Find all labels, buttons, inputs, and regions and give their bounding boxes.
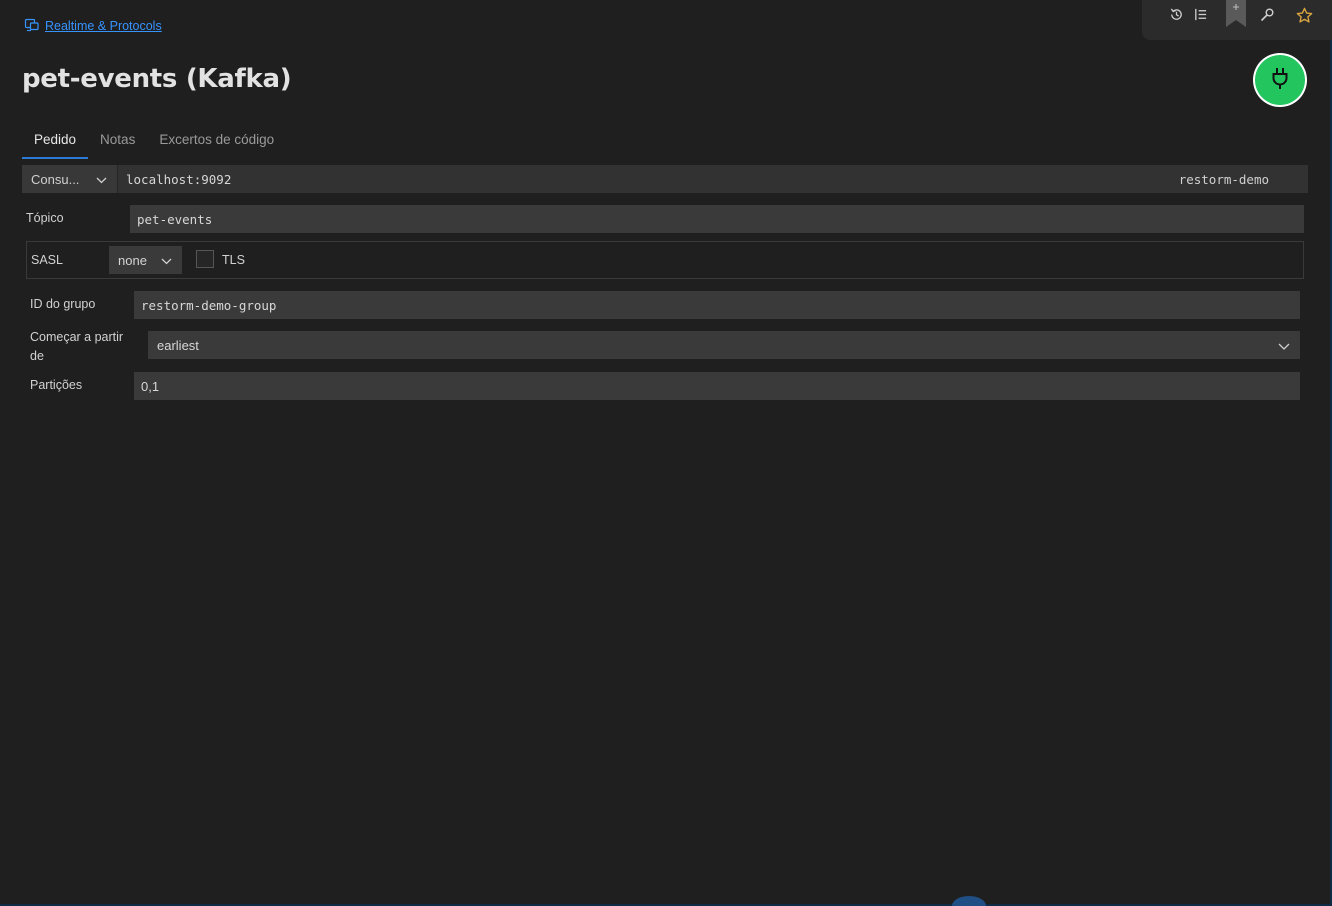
broker-url-input[interactable] <box>118 165 1179 193</box>
tab-pedido[interactable]: Pedido <box>22 126 89 159</box>
environment-selector[interactable]: restorm-demo <box>1179 172 1269 187</box>
partitions-label: Partições <box>30 378 83 392</box>
folder-network-icon <box>24 17 40 35</box>
partitions-input[interactable] <box>134 372 1300 400</box>
group-id-label: ID do grupo <box>30 297 96 311</box>
bookmark-icon[interactable] <box>1226 0 1246 27</box>
chevron-down-icon <box>96 172 107 187</box>
request-editor: Realtime & Protocols pet-events (Kafka) … <box>0 0 1332 906</box>
sasl-label: SASL <box>31 253 63 267</box>
connect-button[interactable] <box>1255 55 1305 105</box>
tls-checkbox[interactable] <box>196 250 214 268</box>
tls-label: TLS <box>222 253 245 267</box>
sasl-section: SASL none TLS <box>26 241 1304 279</box>
group-id-input[interactable] <box>134 291 1300 319</box>
star-icon[interactable] <box>1295 6 1313 24</box>
breadcrumb: Realtime & Protocols <box>24 17 162 35</box>
chevron-down-icon <box>161 253 172 268</box>
mode-select[interactable]: Consu... <box>22 165 118 193</box>
tab-excertos[interactable]: Excertos de código <box>147 126 286 157</box>
wrench-icon[interactable] <box>1258 6 1276 24</box>
tab-notas[interactable]: Notas <box>88 126 147 157</box>
sasl-select[interactable]: none <box>109 246 182 274</box>
breadcrumb-collection-link[interactable]: Realtime & Protocols <box>45 19 162 33</box>
sasl-select-value: none <box>118 252 147 268</box>
plug-icon <box>1269 66 1291 95</box>
topic-input[interactable] <box>130 205 1304 233</box>
start-from-label: Começar a partir de <box>30 328 123 366</box>
request-toolbar <box>1142 0 1332 40</box>
list-icon[interactable] <box>1191 5 1209 23</box>
start-from-label-line2: de <box>30 349 44 363</box>
url-bar: Consu... restorm-demo <box>22 165 1308 193</box>
topic-label: Tópico <box>26 211 64 225</box>
scroll-indicator <box>952 896 986 906</box>
request-tabs: Pedido Notas Excertos de código <box>22 126 286 159</box>
mode-select-value: Consu... <box>31 171 80 187</box>
start-from-label-line1: Começar a partir <box>30 330 124 344</box>
chevron-down-icon <box>1278 338 1290 353</box>
history-icon[interactable] <box>1167 5 1185 23</box>
start-from-select[interactable]: earliest <box>148 331 1300 359</box>
page-title: pet-events (Kafka) <box>22 64 292 94</box>
start-from-value: earliest <box>157 337 199 353</box>
